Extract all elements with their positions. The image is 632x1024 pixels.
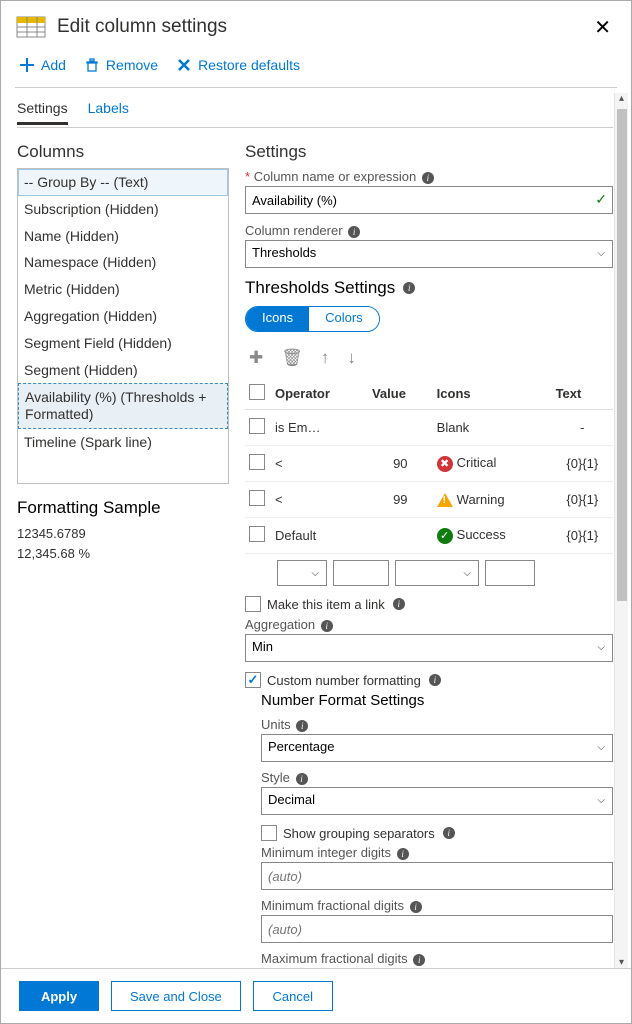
nfs-title: Number Format Settings	[261, 692, 613, 709]
make-link-checkbox[interactable]	[245, 596, 261, 612]
formatting-sample-raw: 12345.6789	[17, 524, 229, 544]
add-label: Add	[41, 57, 66, 73]
new-operator-select[interactable]	[277, 560, 327, 586]
th-operator: Operator	[271, 378, 368, 410]
threshold-down-icon[interactable]: ↓	[347, 348, 356, 368]
column-item[interactable]: Metric (Hidden)	[18, 276, 228, 303]
threshold-row[interactable]: < 90 ✖Critical {0}{1}	[245, 446, 613, 482]
custom-format-checkbox[interactable]	[245, 672, 261, 688]
info-icon[interactable]: i	[393, 598, 405, 610]
thresholds-title: Thresholds Settings	[245, 278, 395, 298]
columns-list: -- Group By -- (Text) Subscription (Hidd…	[17, 168, 229, 484]
info-icon[interactable]: i	[397, 848, 409, 860]
info-icon[interactable]: i	[296, 773, 308, 785]
threshold-delete-icon[interactable]: 🗑	[281, 348, 303, 368]
aggregation-select[interactable]: Min	[245, 634, 613, 662]
tab-labels[interactable]: Labels	[88, 100, 129, 125]
restore-button[interactable]: Restore defaults	[176, 57, 300, 73]
select-all-checkbox[interactable]	[249, 384, 265, 400]
scroll-up-icon[interactable]: ▴	[615, 93, 628, 107]
renderer-label: Column renderer	[245, 223, 343, 238]
threshold-up-icon[interactable]: ↑	[321, 348, 330, 368]
max-frac-label: Maximum fractional digits	[261, 951, 408, 966]
info-icon[interactable]: i	[403, 282, 415, 294]
min-int-label: Minimum integer digits	[261, 845, 391, 860]
aggregation-label: Aggregation	[245, 617, 315, 632]
column-item-selected[interactable]: Availability (%) (Thresholds + Formatted…	[18, 383, 228, 429]
thresholds-pills: Icons Colors	[245, 306, 380, 332]
formatting-sample-title: Formatting Sample	[17, 498, 229, 518]
table-icon	[15, 11, 47, 43]
new-text-input[interactable]	[485, 560, 535, 586]
units-label: Units	[261, 717, 291, 732]
add-button[interactable]: Add	[19, 57, 66, 73]
info-icon[interactable]: i	[443, 827, 455, 839]
info-icon[interactable]: i	[348, 226, 360, 238]
make-link-label: Make this item a link	[267, 597, 385, 612]
save-close-button[interactable]: Save and Close	[111, 981, 241, 1011]
row-checkbox[interactable]	[249, 490, 265, 506]
th-icons: Icons	[433, 378, 552, 410]
success-icon: ✓	[437, 528, 453, 544]
formatting-sample-formatted: 12,345.68 %	[17, 544, 229, 564]
col-name-label: Column name or expression	[254, 169, 417, 184]
valid-icon: ✓	[595, 191, 607, 208]
apply-button[interactable]: Apply	[19, 981, 99, 1011]
close-icon[interactable]: ✕	[588, 13, 617, 42]
cancel-button[interactable]: Cancel	[253, 981, 333, 1011]
column-item[interactable]: Subscription (Hidden)	[18, 196, 228, 223]
info-icon[interactable]: i	[296, 720, 308, 732]
new-icon-select[interactable]	[395, 560, 479, 586]
scrollbar-thumb[interactable]	[617, 109, 627, 601]
column-item[interactable]: Name (Hidden)	[18, 223, 228, 250]
min-frac-input[interactable]	[261, 915, 613, 943]
units-select[interactable]: Percentage	[261, 734, 613, 762]
remove-button[interactable]: Remove	[84, 57, 158, 73]
threshold-row[interactable]: is Em… Blank -	[245, 410, 613, 446]
min-int-input[interactable]	[261, 862, 613, 890]
thresholds-table: Operator Value Icons Text is Em… Blank -…	[245, 378, 613, 554]
column-item[interactable]: Timeline (Spark line)	[18, 429, 228, 456]
grouping-label: Show grouping separators	[283, 826, 435, 841]
renderer-select[interactable]: Thresholds	[245, 240, 613, 268]
column-item[interactable]: Segment Field (Hidden)	[18, 330, 228, 357]
th-text: Text	[552, 378, 613, 410]
grouping-checkbox[interactable]	[261, 825, 277, 841]
style-select[interactable]: Decimal	[261, 787, 613, 815]
dialog-title: Edit column settings	[57, 16, 227, 38]
settings-title: Settings	[245, 142, 613, 162]
info-icon[interactable]: i	[413, 954, 425, 966]
restore-label: Restore defaults	[198, 57, 300, 73]
info-icon[interactable]: i	[410, 901, 422, 913]
columns-title: Columns	[17, 142, 229, 162]
critical-icon: ✖	[437, 456, 453, 472]
new-value-input[interactable]	[333, 560, 389, 586]
info-icon[interactable]: i	[422, 172, 434, 184]
column-item[interactable]: Namespace (Hidden)	[18, 249, 228, 276]
row-checkbox[interactable]	[249, 418, 265, 434]
warning-icon	[437, 493, 453, 507]
pill-icons[interactable]: Icons	[246, 307, 309, 331]
remove-label: Remove	[106, 57, 158, 73]
custom-format-label: Custom number formatting	[267, 673, 421, 688]
threshold-row[interactable]: < 99 Warning {0}{1}	[245, 482, 613, 518]
scrollbar[interactable]: ▴ ▾	[614, 93, 628, 971]
column-name-input[interactable]	[245, 186, 613, 214]
style-label: Style	[261, 770, 290, 785]
column-item[interactable]: Aggregation (Hidden)	[18, 303, 228, 330]
info-icon[interactable]: i	[429, 674, 441, 686]
info-icon[interactable]: i	[321, 620, 333, 632]
column-item[interactable]: -- Group By -- (Text)	[18, 169, 228, 196]
column-item[interactable]: Segment (Hidden)	[18, 357, 228, 384]
row-checkbox[interactable]	[249, 526, 265, 542]
pill-colors[interactable]: Colors	[309, 307, 379, 331]
min-frac-label: Minimum fractional digits	[261, 898, 404, 913]
tab-settings[interactable]: Settings	[17, 100, 68, 125]
threshold-add-icon[interactable]: ✚	[249, 348, 263, 368]
threshold-row[interactable]: Default ✓Success {0}{1}	[245, 518, 613, 554]
row-checkbox[interactable]	[249, 454, 265, 470]
th-value: Value	[368, 378, 433, 410]
